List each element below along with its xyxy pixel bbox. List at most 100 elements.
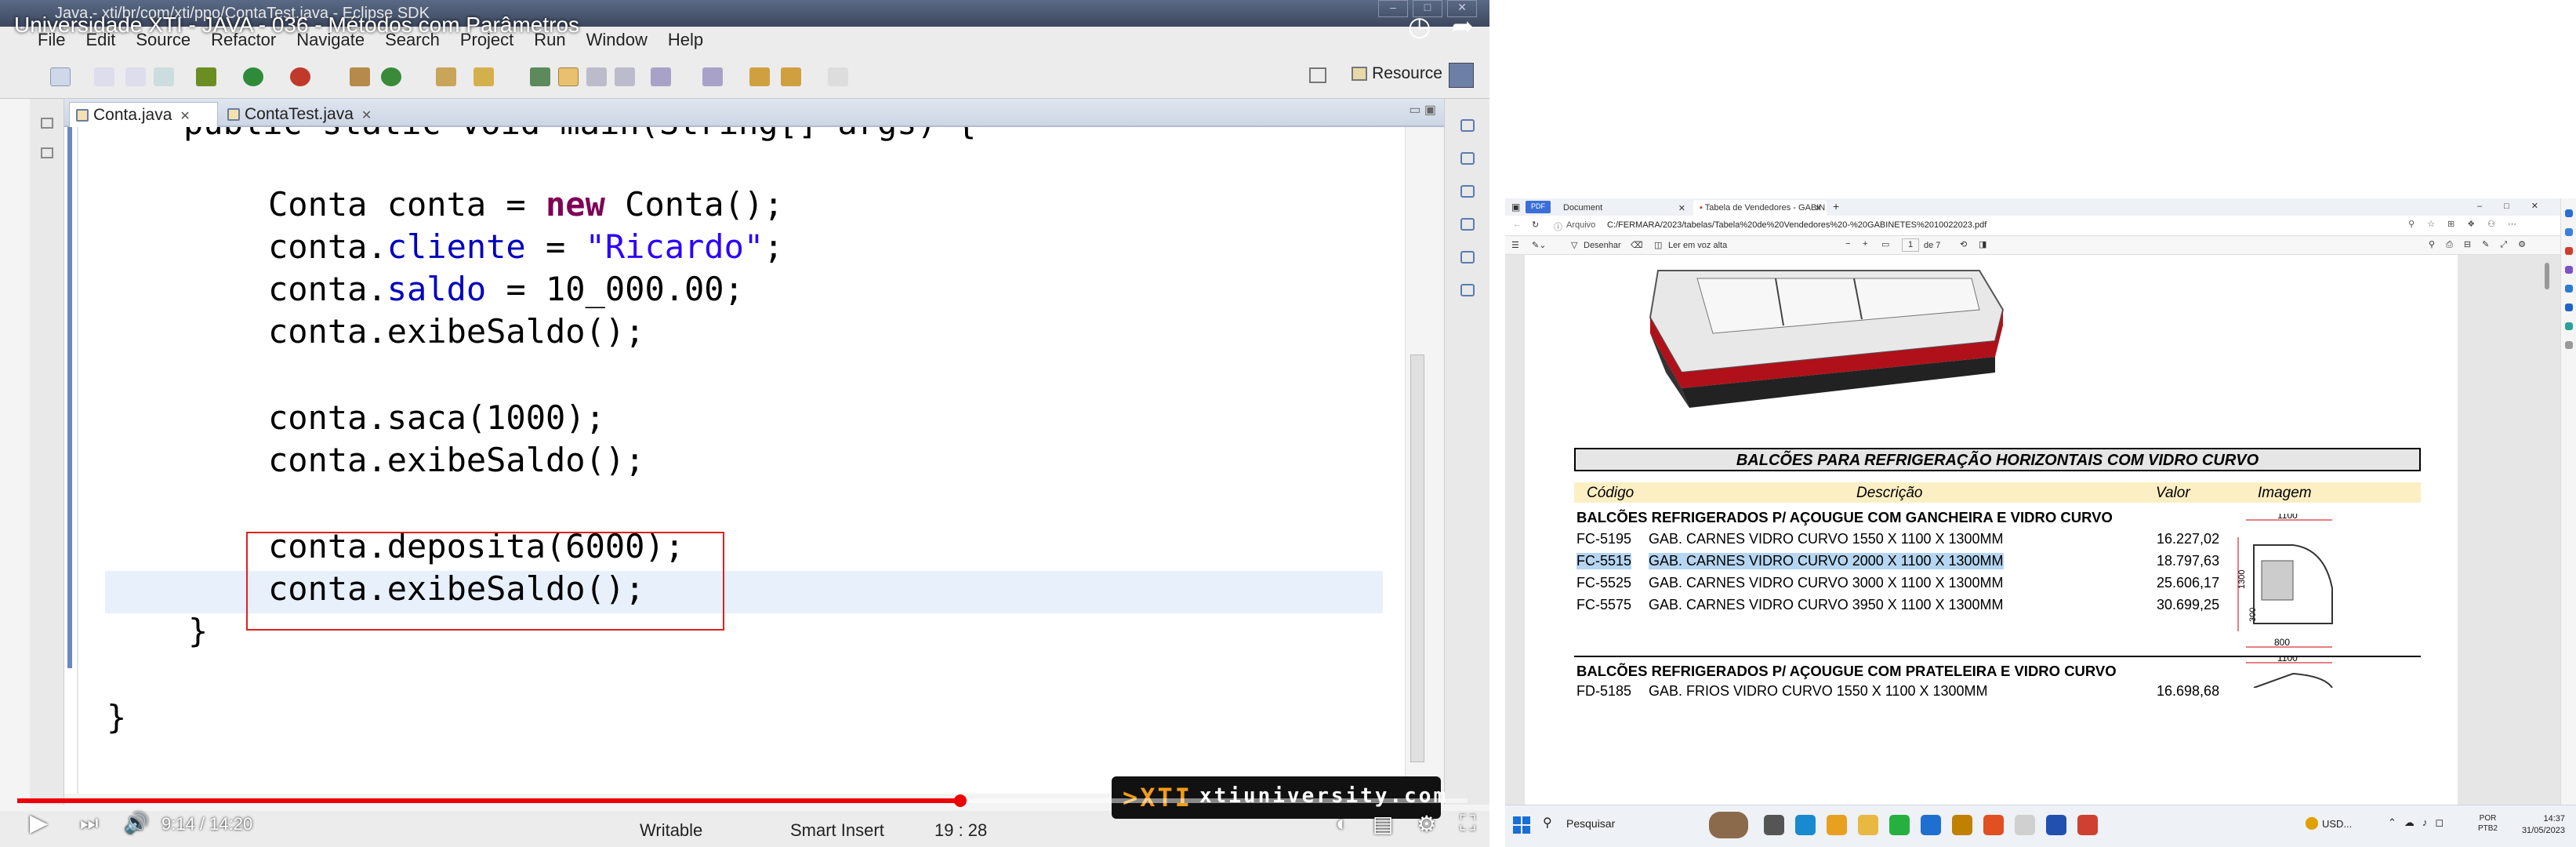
save-icon[interactable] bbox=[94, 67, 114, 86]
autoplay-toggle-icon[interactable]: ◐ bbox=[1336, 811, 1349, 837]
vscode-icon[interactable] bbox=[1921, 815, 1941, 835]
tab-conta-java[interactable]: Conta.java ✕ bbox=[69, 102, 218, 127]
next-video-icon[interactable]: ⏭ bbox=[80, 811, 98, 836]
editor-scrollbar[interactable] bbox=[1405, 127, 1428, 794]
url-field[interactable]: C:/FERMARA/2023/tabelas/Tabela%20de%20Ve… bbox=[1607, 220, 1986, 230]
share-icon[interactable]: ➦ bbox=[1452, 11, 1475, 42]
video-player[interactable]: Java - xti/br/com/xti/ppo/ContaTest.java… bbox=[0, 0, 1489, 847]
restore-view-icon[interactable] bbox=[41, 118, 53, 129]
debug-icon[interactable] bbox=[196, 67, 216, 86]
browser-tab-document[interactable]: Document ✕ bbox=[1557, 200, 1690, 216]
games-icon[interactable] bbox=[2565, 266, 2573, 274]
search-icon[interactable] bbox=[473, 67, 494, 86]
editor-minmax-controls[interactable]: ▭ ▣ bbox=[1409, 102, 1436, 118]
close-tab-icon[interactable]: ✕ bbox=[361, 109, 372, 122]
play-icon[interactable]: ▶ bbox=[30, 809, 48, 837]
fit-page-icon[interactable]: ▭ bbox=[1881, 239, 1889, 249]
new-class-icon[interactable] bbox=[381, 67, 401, 86]
menu-help[interactable]: Help bbox=[668, 30, 703, 52]
tray-icons[interactable]: ⌃☁♪◻ bbox=[2388, 816, 2451, 829]
video-progress-bar[interactable] bbox=[17, 794, 1468, 807]
page-number-input[interactable]: 1 bbox=[1902, 238, 1919, 252]
tools-icon[interactable] bbox=[2565, 247, 2573, 255]
zoom-out-icon[interactable]: − bbox=[1845, 239, 1850, 249]
chrome-icon[interactable] bbox=[1827, 815, 1847, 835]
app-icon[interactable] bbox=[1952, 815, 1972, 835]
refresh-icon[interactable]: ↻ bbox=[1532, 220, 1539, 230]
shopping-icon[interactable] bbox=[2565, 228, 2573, 236]
task-list-icon[interactable] bbox=[1460, 152, 1475, 165]
volume-icon[interactable]: 🔊 bbox=[124, 811, 149, 835]
console-icon[interactable] bbox=[1460, 284, 1475, 296]
close-tab-icon[interactable]: ✕ bbox=[1815, 203, 1822, 213]
highlight-icon[interactable]: ✎⌄ bbox=[1532, 240, 1546, 250]
fullscreen-icon[interactable]: ⛶ bbox=[1460, 811, 1475, 837]
subtitles-icon[interactable]: ▤ bbox=[1373, 811, 1393, 837]
scrollbar-thumb[interactable] bbox=[1410, 354, 1424, 762]
read-aloud-button[interactable]: Ler em voz alta bbox=[1668, 241, 1727, 250]
minimize-icon[interactable]: – bbox=[1378, 0, 1408, 17]
open-perspective-icon[interactable] bbox=[1309, 67, 1326, 83]
run-icon[interactable] bbox=[243, 67, 263, 86]
browser-toolbar-icons[interactable]: ⚲☆⊞❖⚇⋯ bbox=[2408, 219, 2529, 229]
forward-icon[interactable] bbox=[828, 67, 848, 86]
app-icon[interactable] bbox=[2077, 815, 2098, 835]
toggle-highlight-icon[interactable] bbox=[558, 67, 579, 86]
pdf-scroll-thumb[interactable] bbox=[2545, 263, 2549, 289]
app-icon[interactable] bbox=[1983, 815, 2004, 835]
draw-icon[interactable]: ▽ bbox=[1571, 240, 1577, 250]
draw-button[interactable]: Desenhar bbox=[1584, 241, 1621, 250]
drop-icon[interactable] bbox=[2565, 322, 2573, 330]
menu-window[interactable]: Window bbox=[586, 30, 648, 52]
close-tab-icon[interactable]: ✕ bbox=[1678, 203, 1685, 213]
pdf-tab-icon[interactable]: PDF bbox=[1526, 201, 1551, 213]
last-edit-icon[interactable] bbox=[749, 67, 770, 86]
browser-tab-pdf[interactable]: ▪ Tabela de Vendedores - GABIN ✕ bbox=[1693, 200, 1827, 216]
package-explorer-icon[interactable] bbox=[41, 147, 53, 158]
back-icon[interactable]: ← bbox=[1513, 220, 1522, 229]
rotate-icon[interactable]: ⟲ bbox=[1960, 239, 1967, 249]
new-icon[interactable] bbox=[50, 67, 71, 86]
block-select-icon[interactable] bbox=[586, 67, 607, 86]
read-aloud-icon[interactable]: ◫ bbox=[1654, 240, 1662, 250]
progress-scrubber[interactable] bbox=[953, 794, 967, 807]
java-perspective-icon[interactable] bbox=[1449, 63, 1474, 88]
outlook-icon[interactable] bbox=[2565, 304, 2573, 311]
declaration-icon[interactable] bbox=[1460, 251, 1475, 264]
code-editor[interactable]: public static void main(String[] args) {… bbox=[64, 127, 1428, 794]
windows-start-icon[interactable] bbox=[1513, 816, 1530, 834]
tab-contatest-java[interactable]: ContaTest.java ✕ bbox=[221, 102, 425, 127]
page-view-icon[interactable]: ◨ bbox=[1979, 239, 1986, 249]
pdf-right-icons[interactable]: ⚲⎙⊟✎⤢⚙ bbox=[2429, 239, 2537, 250]
open-type-icon[interactable] bbox=[436, 67, 456, 86]
tab-actions-icon[interactable]: ▣ bbox=[1511, 202, 1520, 213]
prev-annotation-icon[interactable] bbox=[702, 67, 723, 86]
keyboard-layout[interactable]: POR PTB2 bbox=[2478, 813, 2498, 834]
show-whitespace-icon[interactable] bbox=[615, 67, 635, 86]
new-tab-icon[interactable]: + bbox=[1833, 200, 1839, 213]
search-highlight-icon[interactable] bbox=[1709, 812, 1748, 838]
zoom-in-icon[interactable]: + bbox=[1863, 239, 1867, 249]
perspective-resource[interactable]: Resource bbox=[1351, 64, 1442, 83]
taskbar-search[interactable]: Pesquisar bbox=[1566, 817, 1615, 830]
next-annotation-icon[interactable] bbox=[651, 67, 671, 86]
pdf-scrollbar[interactable] bbox=[2545, 255, 2549, 805]
javadoc-icon[interactable] bbox=[1460, 218, 1475, 231]
eraser-icon[interactable]: ⌫ bbox=[1631, 240, 1643, 250]
copilot-icon[interactable] bbox=[2565, 209, 2573, 217]
problems-icon[interactable] bbox=[1460, 185, 1475, 198]
microsoft365-icon[interactable] bbox=[2565, 285, 2573, 293]
watch-later-icon[interactable]: ◷ bbox=[1408, 11, 1431, 42]
new-java-project-icon[interactable] bbox=[350, 67, 370, 86]
pdf-viewer[interactable]: BALCÕES PARA REFRIGERAÇÃO HORIZONTAIS CO… bbox=[1505, 255, 2560, 805]
contents-icon[interactable]: ☰ bbox=[1511, 240, 1519, 250]
edge-icon[interactable] bbox=[1795, 815, 1816, 835]
clock[interactable]: 14:37 31/05/2023 bbox=[2522, 813, 2565, 837]
close-tab-icon[interactable]: ✕ bbox=[180, 110, 190, 123]
whatsapp-icon[interactable] bbox=[1889, 815, 1910, 835]
vpn-icon[interactable] bbox=[2046, 815, 2066, 835]
task-view-icon[interactable] bbox=[1764, 815, 1784, 835]
file-explorer-icon[interactable] bbox=[1858, 815, 1878, 835]
window-controls[interactable]: –□✕ bbox=[2477, 201, 2560, 211]
print-icon[interactable] bbox=[154, 67, 174, 86]
